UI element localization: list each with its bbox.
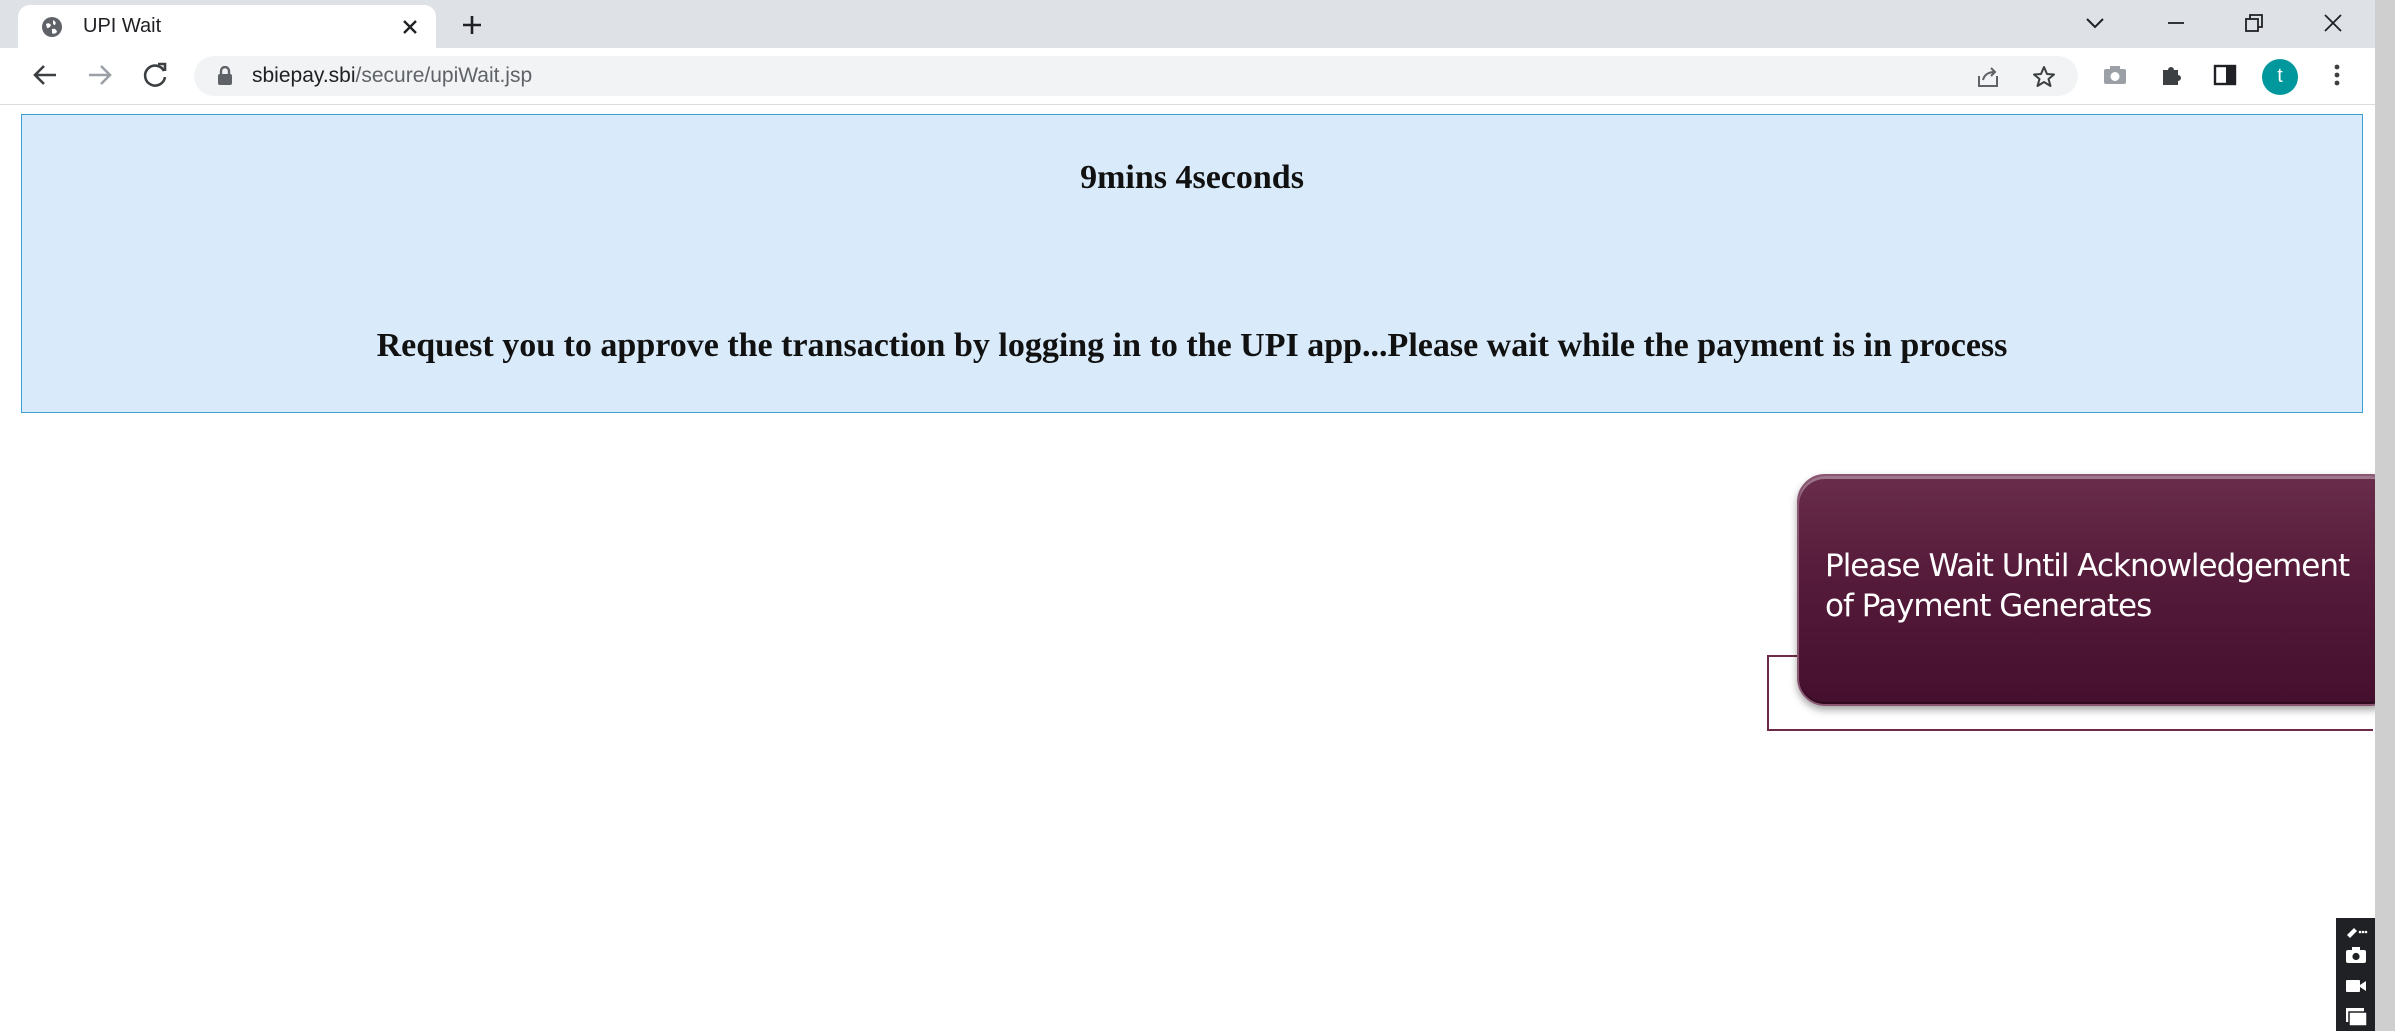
plus-icon[interactable] — [460, 13, 484, 37]
side-panel-icon[interactable] — [2211, 61, 2239, 89]
puzzle-icon[interactable] — [2157, 61, 2185, 89]
globe-icon — [42, 17, 62, 37]
star-icon[interactable] — [2031, 64, 2057, 90]
address-bar[interactable]: sbiepay.sbi/secure/upiWait.jsp — [194, 56, 2078, 96]
forward-icon[interactable] — [85, 60, 115, 90]
url-host: sbiepay.sbi — [252, 64, 356, 87]
window-close-icon[interactable] — [2320, 10, 2346, 36]
tab-title: UPI Wait — [83, 15, 162, 37]
tab-strip: UPI Wait — [0, 0, 2375, 48]
camera-icon[interactable] — [2101, 61, 2129, 89]
window-edge — [2375, 0, 2395, 1031]
minimize-icon[interactable] — [2163, 10, 2189, 36]
close-icon[interactable] — [400, 17, 420, 37]
lock-icon[interactable] — [216, 66, 234, 86]
capture-toolbar — [2336, 918, 2375, 1031]
share-icon[interactable] — [1975, 64, 2001, 90]
back-icon[interactable] — [30, 60, 60, 90]
toolbar: sbiepay.sbi/secure/upiWait.jsp t — [0, 48, 2375, 105]
tab-upi-wait[interactable]: UPI Wait — [18, 5, 436, 48]
camera-icon[interactable] — [2344, 945, 2368, 965]
callout-text: Please Wait Until Acknowledgement of Pay… — [1825, 546, 2395, 626]
approval-message: Request you to approve the transaction b… — [376, 327, 2008, 364]
chevron-down-icon[interactable] — [2082, 10, 2108, 36]
window-capture-icon[interactable] — [2344, 1006, 2368, 1026]
reload-icon[interactable] — [140, 60, 170, 90]
annotation-callout: Please Wait Until Acknowledgement of Pay… — [1797, 474, 2395, 706]
upi-wait-panel: 9mins 4seconds Request you to approve th… — [21, 114, 2363, 413]
callout-line-2: of Payment Generates — [1825, 588, 2152, 624]
video-camera-icon[interactable] — [2344, 976, 2368, 996]
callout-line-1: Please Wait Until Acknowledgement — [1825, 548, 2350, 584]
browser-window: UPI Wait sbiepay.sbi/secure/upiWait.jsp … — [0, 0, 2395, 1031]
profile-avatar[interactable]: t — [2262, 59, 2298, 95]
kebab-menu-icon[interactable] — [2323, 61, 2351, 89]
restore-icon[interactable] — [2241, 10, 2267, 36]
countdown-timer: 9mins 4seconds — [1080, 159, 1304, 196]
pen-icon[interactable] — [2344, 924, 2368, 938]
url-path: /secure/upiWait.jsp — [355, 64, 533, 87]
url-text[interactable]: sbiepay.sbi/secure/upiWait.jsp — [252, 64, 532, 88]
